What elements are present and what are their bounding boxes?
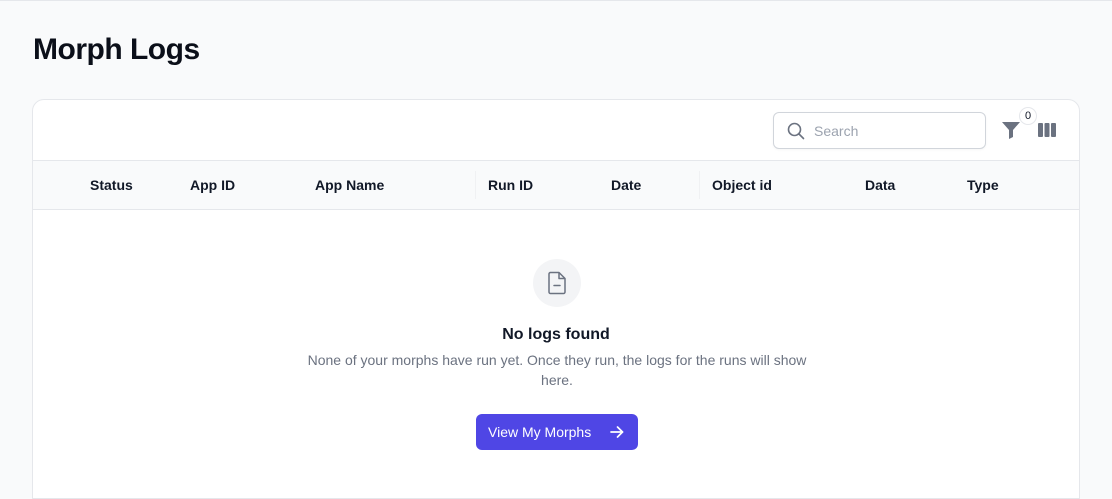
logs-table-card: 0 Status App ID App Name Run ID Date Obj… [32, 99, 1080, 499]
column-header-app-name[interactable]: App Name [315, 161, 384, 209]
column-header-app-id[interactable]: App ID [190, 161, 235, 209]
filter-button[interactable] [1000, 119, 1022, 141]
column-header-run-id[interactable]: Run ID [488, 161, 533, 209]
column-header-data[interactable]: Data [865, 161, 895, 209]
column-header-object-id[interactable]: Object id [712, 161, 772, 209]
filter-icon [1002, 122, 1020, 139]
column-header-date[interactable]: Date [611, 161, 641, 209]
column-header-status[interactable]: Status [90, 161, 133, 209]
view-my-morphs-label: View My Morphs [488, 424, 592, 440]
search-icon [787, 122, 805, 140]
columns-button[interactable] [1037, 120, 1057, 140]
search-box[interactable] [773, 112, 986, 149]
filter-count-badge: 0 [1020, 108, 1036, 124]
column-header-type[interactable]: Type [967, 161, 999, 209]
column-divider [475, 171, 476, 199]
empty-state-description: None of your morphs have run yet. Once t… [307, 352, 807, 388]
column-divider [699, 171, 700, 199]
page-title: Morph Logs [33, 33, 200, 66]
table-toolbar: 0 [33, 100, 1079, 161]
document-icon [548, 271, 566, 295]
arrow-right-icon [610, 426, 624, 438]
top-border [0, 0, 1112, 1]
empty-state-icon-circle [533, 259, 581, 307]
columns-icon [1038, 123, 1056, 137]
table-header: Status App ID App Name Run ID Date Objec… [33, 161, 1079, 210]
search-input[interactable] [814, 113, 979, 148]
empty-state-title: No logs found [502, 326, 610, 343]
view-my-morphs-button[interactable]: View My Morphs [476, 414, 638, 450]
